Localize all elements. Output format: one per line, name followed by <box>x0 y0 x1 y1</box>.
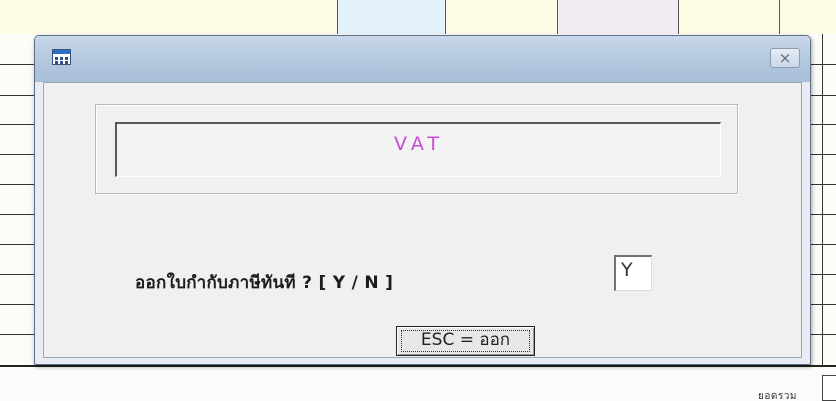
total-label: ยอดรวม <box>758 391 797 401</box>
grid-row-line <box>0 244 36 245</box>
window-app-icon <box>52 49 71 65</box>
vat-dialog: ⨯ VAT ออกใบกำกับภาษีทันที ? [ Y / N ] Y … <box>34 35 811 365</box>
grid-row-line <box>811 184 836 185</box>
grid-cell <box>338 0 446 34</box>
grid-row-line <box>0 64 36 65</box>
header-group-box: VAT <box>95 104 738 194</box>
grid-row-line <box>811 274 836 275</box>
grid-row-line <box>0 184 36 185</box>
yes-no-input[interactable]: Y <box>614 255 652 291</box>
close-icon: ⨯ <box>778 49 792 67</box>
grid-row-line <box>0 274 36 275</box>
grid-cell <box>679 0 780 34</box>
grid-row-line <box>0 95 36 96</box>
esc-exit-button[interactable]: ESC = ออก <box>396 326 535 356</box>
grid-row-line <box>811 334 836 335</box>
issue-tax-invoice-prompt: ออกใบกำกับภาษีทันที ? [ Y / N ] <box>135 273 394 293</box>
footer-bar <box>0 365 836 401</box>
grid-row-line <box>0 124 36 125</box>
grid-col-line <box>822 34 823 365</box>
grid-row-line <box>811 64 836 65</box>
total-field[interactable] <box>822 375 836 401</box>
title-bar[interactable]: ⨯ <box>35 36 810 82</box>
vat-title-panel: VAT <box>115 122 721 177</box>
grid-cell <box>446 0 558 34</box>
grid-cell <box>0 0 338 34</box>
grid-row-line <box>0 214 36 215</box>
grid-row-line <box>0 334 36 335</box>
close-button[interactable]: ⨯ <box>770 48 800 68</box>
grid-row-line <box>811 95 836 96</box>
grid-row-line <box>811 304 836 305</box>
grid-cell <box>780 0 836 34</box>
grid-row-line <box>811 124 836 125</box>
dialog-body: VAT ออกใบกำกับภาษีทันที ? [ Y / N ] Y ES… <box>43 82 802 358</box>
grid-row-line <box>0 304 36 305</box>
grid-row-line <box>811 154 836 155</box>
grid-row-line <box>811 214 836 215</box>
grid-cell <box>558 0 679 34</box>
grid-row-line <box>0 154 36 155</box>
focus-rectangle <box>401 330 530 352</box>
vat-title: VAT <box>394 133 444 155</box>
grid-row-line <box>811 244 836 245</box>
